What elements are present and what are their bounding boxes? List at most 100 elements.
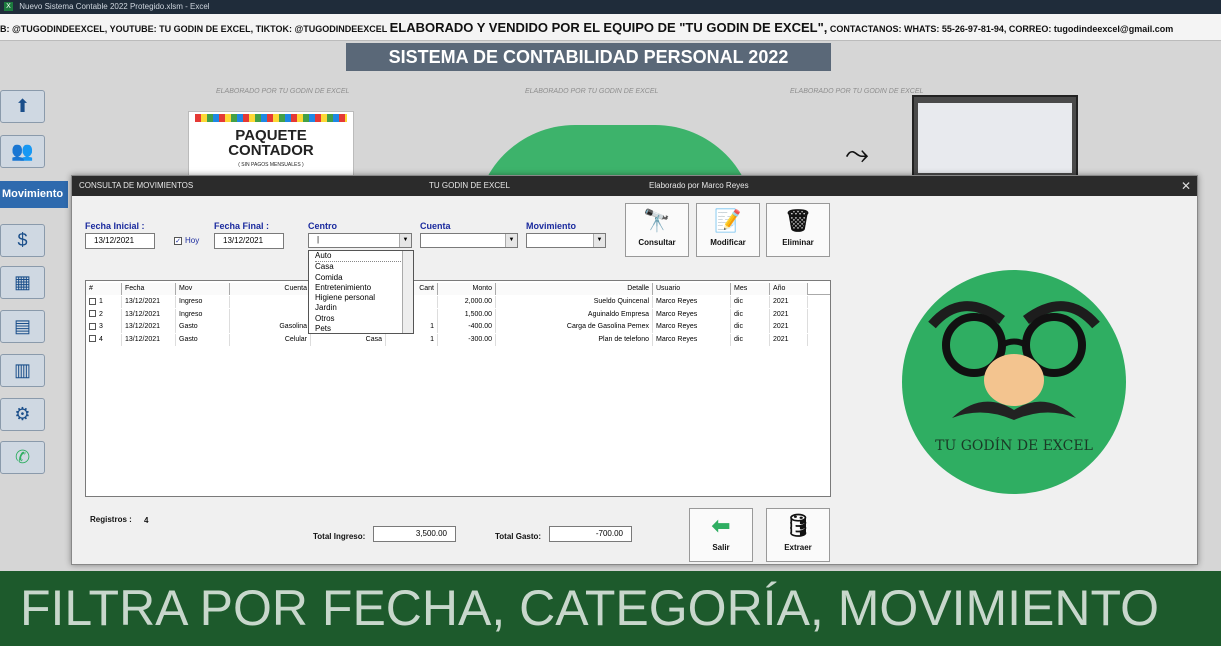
credit-text: ELABORADO POR TU GODIN DE EXCEL	[790, 88, 924, 95]
back-arrow-icon: ⬅	[711, 513, 731, 538]
registros-label: Registros :	[90, 515, 132, 524]
table-cell	[230, 308, 311, 321]
total-ingreso-label: Total Ingreso:	[313, 532, 366, 541]
consultar-button[interactable]: 🔭 Consultar	[625, 203, 689, 257]
dropdown-option[interactable]: Pets	[315, 324, 413, 334]
salir-button[interactable]: ⬅ Salir	[689, 508, 753, 562]
centro-dropdown-list[interactable]: Auto Casa Comida Entretenimiento Higiene per…	[308, 250, 414, 334]
whatsapp-icon[interactable]: ✆	[0, 441, 45, 474]
table-cell: Marco Reyes	[653, 321, 731, 333]
contact-banner: B: @TUGODINDEEXCEL, YOUTUBE: TU GODIN DE…	[0, 14, 1221, 41]
upload-icon[interactable]: ⬆	[0, 90, 45, 123]
table-cell: -300.00	[438, 333, 496, 346]
table-cell: 2021	[770, 321, 808, 333]
table-cell: Plan de telefono	[496, 333, 653, 346]
chevron-down-icon[interactable]: ▼	[505, 234, 517, 247]
row-checkbox[interactable]	[89, 297, 96, 305]
screenshot-thumbnail	[912, 95, 1078, 179]
cuenta-combo[interactable]: ▼	[420, 233, 518, 248]
binoculars-icon: 🔭	[643, 208, 671, 233]
table-cell: Ingreso	[176, 308, 230, 321]
fecha-final-input[interactable]: 13/12/2021	[214, 233, 284, 249]
bar-chart-icon[interactable]: ▥	[0, 354, 45, 387]
movimiento-label: Movimiento	[526, 221, 577, 231]
database-export-icon: 🛢	[784, 513, 812, 538]
dropdown-option[interactable]: Otros	[315, 314, 413, 324]
row-checkbox[interactable]	[89, 310, 96, 318]
table-cell: 1	[86, 296, 122, 308]
dropdown-option[interactable]: Auto	[315, 251, 413, 263]
centro-combo[interactable]: | ▼	[308, 233, 412, 248]
scrollbar[interactable]	[402, 251, 413, 333]
eliminar-label: Eliminar	[782, 238, 814, 247]
column-header: Mes	[731, 283, 770, 295]
movimiento-combo[interactable]: ▼	[526, 233, 606, 248]
presentation-icon[interactable]: ▤	[0, 310, 45, 343]
total-ingreso-value: 3,500.00	[373, 526, 456, 542]
coin-icon[interactable]: $	[0, 224, 45, 257]
table-row[interactable]: 1 13/12/2021 Ingreso 2,000.00 Sueldo Quincen…	[86, 296, 830, 308]
banner-contact: CONTACTANOS: WHATS: 55-26-97-81-94, CORR…	[829, 24, 1174, 34]
row-number: 2	[99, 310, 103, 318]
grid-header-row: # Fecha Mov Cuenta Cant Monto Detalle Usuario Me…	[86, 283, 830, 295]
table-cell: 3	[86, 321, 122, 333]
credit-text: ELABORADO POR TU GODIN DE EXCEL	[216, 88, 350, 95]
chevron-down-icon[interactable]: ▼	[593, 234, 605, 247]
table-row[interactable]: 3 13/12/2021 Gasto Gasolina 1 -400.00 Carga de…	[86, 321, 830, 333]
paquete-title: PAQUETE CONTADOR	[228, 127, 314, 159]
table-cell: Sueldo Quincenal	[496, 296, 653, 308]
extraer-button[interactable]: 🛢 Extraer	[766, 508, 830, 562]
eliminar-button[interactable]: 🗑 Eliminar	[766, 203, 830, 257]
movimiento-button[interactable]: Movimiento	[0, 181, 68, 208]
dropdown-option[interactable]: Higiene personal	[315, 293, 413, 303]
table-row[interactable]: 4 13/12/2021 Gasto Celular Casa 1 -300.00 Plan …	[86, 333, 830, 346]
table-row[interactable]: 2 13/12/2021 Ingreso 1,500.00 Aguinaldo Empr…	[86, 308, 830, 321]
paquete-sub: ( SIN PAGOS MENSUALES )	[238, 162, 304, 168]
modificar-button[interactable]: 📝 Modificar	[696, 203, 760, 257]
paquete-contador-card: PAQUETE CONTADOR ( SIN PAGOS MENSUALES )	[188, 111, 354, 176]
table-cell: Marco Reyes	[653, 308, 731, 321]
table-cell: Carga de Gasolina Pemex	[496, 321, 653, 333]
table-cell: 13/12/2021	[122, 296, 176, 308]
chevron-down-icon[interactable]: ▼	[399, 234, 411, 247]
table-cell: dic	[731, 308, 770, 321]
fecha-inicial-label: Fecha Inicial :	[85, 221, 145, 231]
excel-title-bar: X Nuevo Sistema Contable 2022 Protegido.…	[0, 0, 1221, 14]
video-caption: FILTRA POR FECHA, CATEGORÍA, MOVIMIENTO	[0, 571, 1221, 646]
calculator-icon[interactable]: ▦	[0, 266, 45, 299]
dropdown-option[interactable]: Comida	[315, 273, 413, 283]
mustache-glasses-icon	[928, 301, 1100, 420]
total-gasto-value: -700.00	[549, 526, 632, 542]
table-cell: Aguinaldo Empresa	[496, 308, 653, 321]
movimientos-grid[interactable]: # Fecha Mov Cuenta Cant Monto Detalle Usuario Me…	[85, 280, 831, 497]
people-money-icon[interactable]: 👥	[0, 135, 45, 168]
trash-icon: 🗑	[784, 208, 812, 233]
dropdown-option[interactable]: Entretenimiento	[315, 283, 413, 293]
table-cell: 13/12/2021	[122, 333, 176, 346]
row-checkbox[interactable]	[89, 335, 96, 343]
dropdown-option[interactable]: Casa	[315, 262, 413, 272]
dropdown-option[interactable]: Jardin	[315, 303, 413, 313]
dialog-title-center: TU GODIN DE EXCEL	[429, 181, 510, 190]
hoy-checkbox[interactable]: ✓ Hoy	[174, 236, 199, 245]
arrow-icon: ⤳	[845, 138, 869, 171]
table-cell: -400.00	[438, 321, 496, 333]
table-cell: 13/12/2021	[122, 321, 176, 333]
column-header: Cuenta	[230, 283, 311, 295]
table-cell: Celular	[230, 333, 311, 346]
cuenta-label: Cuenta	[420, 221, 451, 231]
modificar-label: Modificar	[710, 238, 746, 247]
table-cell	[230, 296, 311, 308]
column-header: Fecha	[122, 283, 176, 295]
close-icon[interactable]: ✕	[1181, 176, 1191, 196]
row-number: 4	[99, 335, 103, 343]
fecha-inicial-input[interactable]: 13/12/2021	[85, 233, 155, 249]
row-checkbox[interactable]	[89, 322, 96, 330]
table-cell: 13/12/2021	[122, 308, 176, 321]
table-cell: Marco Reyes	[653, 296, 731, 308]
salir-label: Salir	[712, 543, 730, 552]
logo-text: TU GODÍN DE EXCEL	[935, 438, 1093, 454]
fecha-final-label: Fecha Final :	[214, 221, 270, 231]
edit-card-icon: 📝	[714, 208, 742, 233]
gears-icon[interactable]: ⚙	[0, 398, 45, 431]
